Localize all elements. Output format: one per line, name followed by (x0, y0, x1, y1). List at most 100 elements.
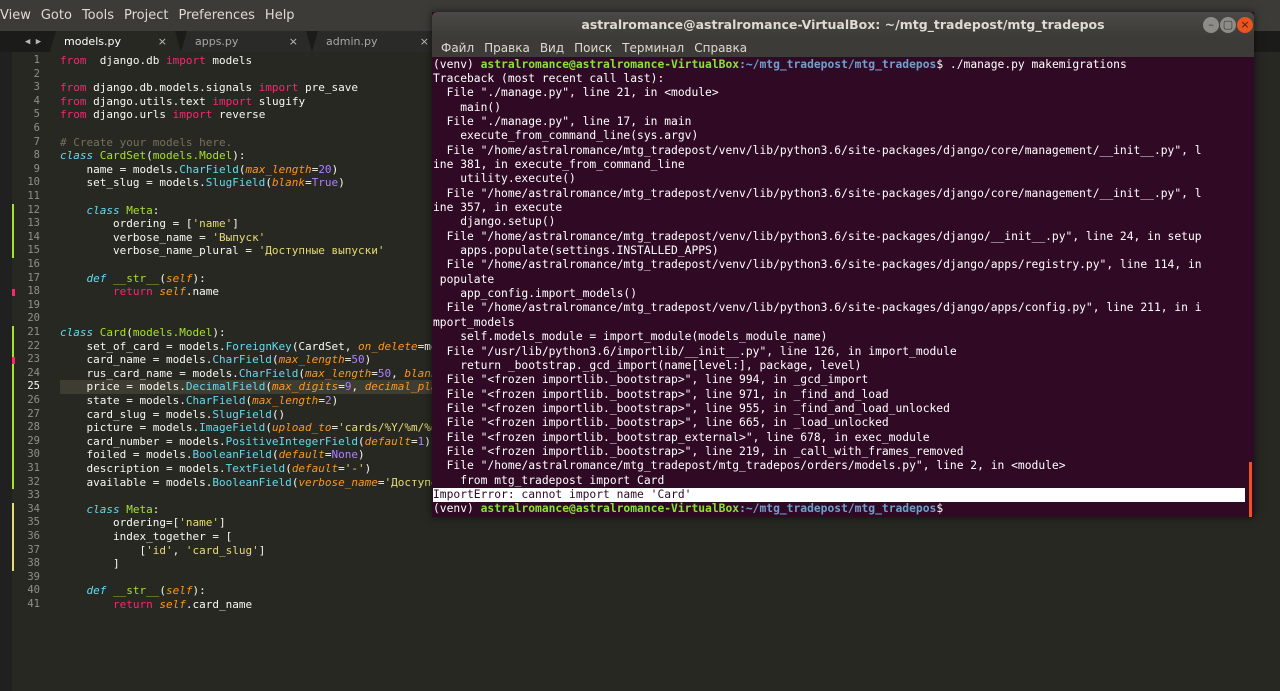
prompt-user: astralromance@astralromance-VirtualBox (480, 502, 740, 516)
line-number: 15 (27, 244, 40, 257)
code-token: models.Model (132, 326, 213, 339)
code-token: CharField (238, 366, 299, 380)
code-line[interactable]: def __str__(self): (60, 272, 206, 286)
code-line[interactable]: name = models.CharField(max_length=20) (60, 163, 338, 177)
code-token: 50 (351, 353, 365, 367)
code-line[interactable]: available = models.BooleanField(verbose_… (60, 476, 432, 490)
line-number: 1 (33, 54, 40, 66)
code-line[interactable]: index_together = [ (60, 530, 232, 544)
code-line[interactable]: # Create your models here. (60, 136, 232, 150)
terminal-menu-item[interactable]: Вид (535, 41, 569, 55)
terminal-menu-item[interactable]: Терминал (617, 41, 689, 55)
code-line[interactable]: card_slug = models.SlugField() (60, 408, 285, 422)
code-line[interactable]: verbose_name_plural = 'Доступные выпуски… (60, 244, 385, 258)
tab-models-py[interactable]: models.py × (50, 31, 181, 52)
code-line[interactable]: state = models.CharField(max_length=2) (60, 394, 338, 408)
code-line[interactable]: rus_card_name = models.CharField(max_len… (60, 367, 432, 381)
traceback-line: app_config.import_models() (433, 287, 638, 301)
code-line[interactable]: ordering=['name'] (60, 516, 226, 530)
code-token: django.utils.text (86, 94, 213, 108)
terminal-title: astralromance@astralromance-VirtualBox: … (581, 17, 1105, 32)
code-line[interactable]: class CardSet(models.Model): (60, 149, 245, 163)
code-line[interactable]: foiled = models.BooleanField(default=Non… (60, 448, 364, 462)
code-line[interactable]: price = models.DecimalField(max_digits=9… (60, 380, 432, 394)
traceback-line: main() (433, 100, 502, 114)
code-line[interactable]: picture = models.ImageField(upload_to='c… (60, 421, 432, 435)
traceback-line: apps.populate(settings.INSTALLED_APPS) (433, 244, 719, 258)
code-token: ): (192, 271, 206, 285)
terminal-output[interactable]: (venv) astralromance@astralromance-Virtu… (432, 57, 1246, 517)
code-token: rus_card_name = models. (60, 366, 239, 380)
tab-close-icon[interactable]: × (420, 35, 429, 48)
code-token: card_name = models. (60, 353, 213, 367)
code-line[interactable]: return self.card_name (60, 598, 252, 612)
code-token: Meta (126, 502, 153, 516)
code-line[interactable]: class Meta: (60, 502, 160, 517)
code-line[interactable]: description = models.TextField(default='… (60, 462, 371, 476)
line-number: 2 (33, 67, 40, 80)
code-line[interactable]: from django.utils.text import slugify (60, 95, 305, 109)
code-line[interactable]: from django.db.models.signals import pre… (60, 81, 358, 95)
tab-navigation-arrows-icon[interactable]: ◀ ▶ (16, 31, 50, 52)
code-token: = (377, 475, 385, 489)
code-token: ( (146, 149, 153, 163)
tab-admin-py[interactable]: admin.py × (312, 31, 443, 52)
code-line[interactable]: from django.db import models (60, 54, 252, 68)
code-editor-area[interactable]: from django.db import models from django.… (60, 52, 432, 612)
tab-close-icon[interactable]: × (158, 35, 167, 48)
menu-preferences[interactable]: Preferences (173, 8, 259, 23)
code-token: class (86, 502, 120, 516)
menu-goto[interactable]: Goto (36, 8, 77, 23)
terminal-scrollbar[interactable] (1249, 462, 1252, 517)
code-line[interactable]: card_number = models.PositiveIntegerFiel… (60, 434, 430, 449)
menu-view[interactable]: View (0, 8, 36, 23)
code-line[interactable]: ordering = ['name'] (60, 217, 239, 231)
terminal-menu-item[interactable]: Правка (479, 41, 535, 55)
menu-tools[interactable]: Tools (77, 8, 119, 23)
tab-apps-py[interactable]: apps.py × (181, 31, 312, 52)
code-line[interactable]: class Card(models.Model): (60, 326, 226, 340)
minimize-button[interactable]: – (1203, 17, 1219, 33)
git-change-marker (12, 502, 14, 571)
code-token: 'id' (146, 543, 173, 557)
line-number: 14 (27, 230, 40, 243)
code-token: ForeignKey (225, 339, 292, 353)
line-number: 7 (33, 135, 40, 148)
maximize-button[interactable]: ▢ (1220, 17, 1236, 33)
code-token: ] (218, 516, 226, 530)
code-line[interactable]: set_slug = models.SlugField(blank=True) (60, 176, 344, 190)
close-button[interactable]: × (1237, 17, 1253, 33)
code-token: __str__ (113, 271, 160, 285)
terminal-menu-item[interactable]: Файл (436, 41, 479, 55)
traceback-line: File "<frozen importlib._bootstrap>", li… (433, 416, 889, 430)
line-number: 5 (33, 108, 40, 121)
traceback-line: File "/home/astralromance/mtg_tradepost/… (433, 258, 1202, 272)
code-line[interactable]: return self.name (60, 285, 219, 299)
code-token: blank (404, 366, 432, 380)
code-line[interactable]: verbose_name = 'Выпуск' (60, 231, 265, 245)
code-token: class (60, 149, 94, 163)
line-number: 12 (27, 203, 40, 216)
code-line[interactable]: class Meta: (60, 203, 160, 218)
line-number: 18 (27, 285, 40, 298)
menu-help[interactable]: Help (260, 8, 300, 23)
code-line[interactable]: set_of_card = models.ForeignKey(CardSet,… (60, 340, 432, 354)
line-number: 33 (27, 489, 40, 502)
code-token: class (86, 203, 120, 217)
terminal-titlebar[interactable]: astralromance@astralromance-VirtualBox: … (432, 12, 1254, 38)
code-token: max_length (305, 366, 372, 380)
code-line[interactable]: ['id', 'card_slug'] (60, 544, 265, 558)
terminal-menu-item[interactable]: Справка (689, 41, 752, 55)
menu-project[interactable]: Project (119, 8, 173, 23)
code-line[interactable]: card_name = models.CharField(max_length=… (60, 353, 371, 367)
code-line[interactable]: from django.urls import reverse (60, 108, 265, 122)
code-line[interactable]: def __str__(self): (60, 584, 206, 598)
code-line[interactable]: ] (60, 557, 120, 571)
line-number: 9 (33, 162, 40, 175)
code-token: = (411, 434, 418, 448)
traceback-line: File "<frozen importlib._bootstrap>", li… (433, 401, 950, 415)
terminal-menu-item[interactable]: Поиск (569, 41, 617, 55)
tab-close-icon[interactable]: × (289, 35, 298, 48)
